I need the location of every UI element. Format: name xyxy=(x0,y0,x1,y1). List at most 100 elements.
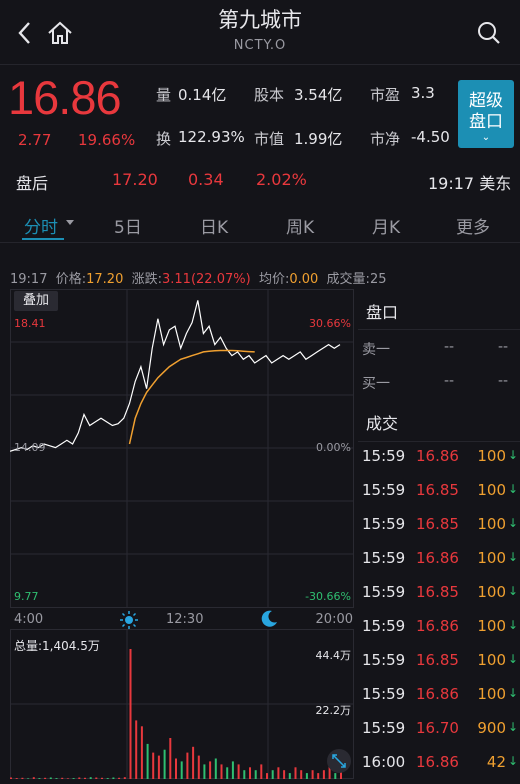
info-avg: 0.00 xyxy=(289,272,319,287)
super-button-line1: 超级 xyxy=(469,91,503,111)
volume-bar xyxy=(175,758,177,779)
info-chg: 3.11(22.07%) xyxy=(162,272,251,287)
moon-icon xyxy=(259,609,279,633)
time-label-start: 4:00 xyxy=(14,612,44,627)
trade-time: 15:59 xyxy=(362,481,406,499)
volume-bar xyxy=(95,777,98,779)
info-price: 17.20 xyxy=(86,272,124,287)
super-button-line2: 盘口 xyxy=(469,112,503,132)
stat-value-pe: 3.3 xyxy=(411,84,435,102)
trade-row: 15:59 16.70 900 ↓ xyxy=(358,719,520,749)
y-axis-mid: 14.09 xyxy=(14,441,46,454)
orderbook-panel: 盘口 卖一 -- -- 买一 -- -- 成交 15:59 16.86 100 ↓ 15… xyxy=(358,289,520,784)
trade-row: 15:59 16.86 100 ↓ xyxy=(358,617,520,647)
divider xyxy=(0,64,520,65)
volume-bar xyxy=(101,777,103,779)
volume-bar xyxy=(146,743,149,779)
volume-bar xyxy=(277,767,280,779)
tab-daily-k[interactable]: 日K xyxy=(200,213,228,238)
volume-bar xyxy=(55,778,58,779)
expand-icon xyxy=(332,754,346,768)
info-chg-label: 涨跌: xyxy=(131,272,162,287)
volume-axis-high: 44.4万 xyxy=(315,649,352,662)
arrow-down-icon: ↓ xyxy=(507,516,518,530)
volume-bar xyxy=(305,773,308,779)
arrow-down-icon: ↓ xyxy=(507,652,518,666)
tab-more[interactable]: 更多 xyxy=(456,213,490,238)
trade-volume: 100 xyxy=(477,481,506,499)
trade-time: 15:59 xyxy=(362,617,406,635)
volume-bar xyxy=(163,749,166,779)
after-hours-change-pct: 2.02% xyxy=(256,170,307,189)
volume-bar xyxy=(237,764,240,779)
tab-intraday[interactable]: 分时 xyxy=(24,213,58,238)
tab-5day[interactable]: 5日 xyxy=(114,213,142,238)
trade-row: 15:59 16.85 100 ↓ xyxy=(358,515,520,545)
tab-weekly-k[interactable]: 周K xyxy=(286,213,314,238)
volume-bar xyxy=(72,778,75,779)
volume-bar xyxy=(123,777,126,779)
volume-bar xyxy=(169,738,172,779)
volume-bar xyxy=(300,770,303,779)
info-avg-label: 均价: xyxy=(258,272,290,287)
volume-bar xyxy=(192,746,195,779)
caret-down-icon xyxy=(66,220,74,225)
volume-bar xyxy=(283,770,286,779)
volume-bar xyxy=(89,777,92,779)
after-hours-change: 0.34 xyxy=(188,170,224,189)
trade-time: 15:59 xyxy=(362,515,406,533)
volume-bar xyxy=(84,777,86,779)
super-orderbook-button[interactable]: 超级 盘口 ⌄ xyxy=(458,80,514,148)
volume-bar xyxy=(10,777,12,779)
stock-code: NCTY.O xyxy=(233,38,287,53)
tab-monthly-k[interactable]: 月K xyxy=(372,213,400,238)
trade-price: 16.70 xyxy=(416,719,459,737)
trade-time: 15:59 xyxy=(362,447,406,465)
bid1-volume: -- xyxy=(498,373,509,389)
info-time: 19:17 xyxy=(10,272,48,287)
stat-value-turnover: 122.93% xyxy=(178,128,245,146)
stat-value-volume: 0.14亿 xyxy=(178,86,227,104)
trade-row: 15:59 16.86 100 ↓ xyxy=(358,685,520,715)
volume-bar xyxy=(260,764,263,779)
trade-price: 16.85 xyxy=(416,651,459,669)
arrow-down-icon: ↓ xyxy=(507,754,518,768)
search-icon xyxy=(478,22,500,44)
stat-label-volume: 量 xyxy=(156,86,172,104)
trade-volume: 100 xyxy=(477,447,506,465)
stat-label-pe: 市盈 xyxy=(370,86,401,104)
trade-volume: 100 xyxy=(477,583,506,601)
total-volume-label: 总量:1,404.5万 xyxy=(14,639,100,653)
stat-value-shares: 3.54亿 xyxy=(294,86,343,104)
pct-axis-low: -30.66% xyxy=(305,590,351,603)
trade-time: 15:59 xyxy=(362,651,406,669)
ask1-price: -- xyxy=(444,339,455,355)
arrow-down-icon: ↓ xyxy=(507,482,518,496)
sun-icon xyxy=(120,611,138,633)
trades-title: 成交 xyxy=(366,414,399,433)
after-hours-price: 17.20 xyxy=(112,170,158,189)
arrow-down-icon: ↓ xyxy=(507,618,518,632)
after-hours-bar: 盘后 17.20 0.34 2.02% 19:17 美东 xyxy=(0,170,520,193)
volume-bar xyxy=(106,778,109,779)
trade-price: 16.85 xyxy=(416,481,459,499)
volume-bar xyxy=(271,770,274,779)
ask1-label: 卖一 xyxy=(362,342,390,358)
volume-bar xyxy=(254,770,257,779)
volume-bar xyxy=(32,777,35,779)
trade-row: 15:59 16.85 100 ↓ xyxy=(358,481,520,511)
trade-volume: 100 xyxy=(477,651,506,669)
fullscreen-button[interactable] xyxy=(327,749,351,773)
y-axis-high: 18.41 xyxy=(14,317,46,330)
trade-volume: 42 xyxy=(486,753,506,771)
overlay-button[interactable]: 叠加 xyxy=(14,291,59,311)
stat-label-turnover: 换 xyxy=(156,130,172,148)
trade-price: 16.86 xyxy=(416,617,459,635)
volume-bar xyxy=(288,773,291,779)
info-vol: 25 xyxy=(369,272,387,287)
volume-bar xyxy=(243,770,246,779)
search-button[interactable] xyxy=(476,20,502,46)
intraday-chart-panel[interactable]: 叠加 18.41 14.09 9.77 30.66% 0.00% -30.66%… xyxy=(10,289,355,779)
volume-bar xyxy=(220,764,223,779)
volume-bar xyxy=(266,773,268,779)
